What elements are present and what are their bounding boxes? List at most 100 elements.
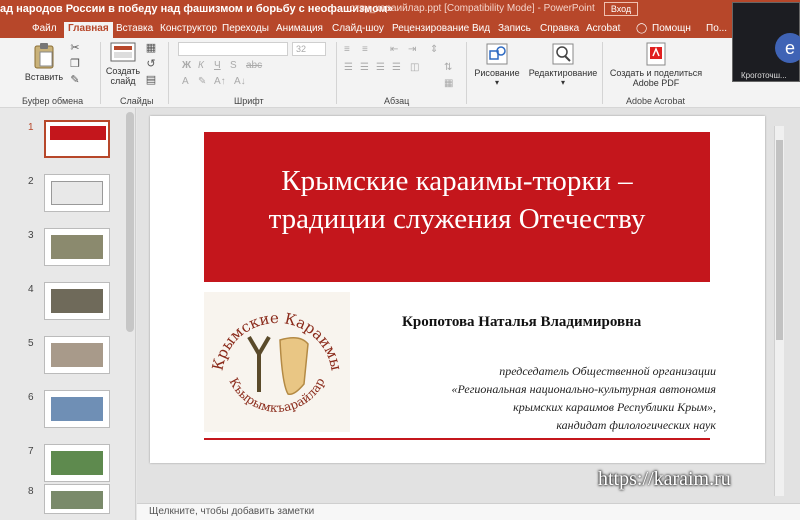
thumbnail-image xyxy=(44,390,110,428)
group-clipboard-label: Буфер обмена xyxy=(22,96,84,106)
shadow-icon[interactable]: S xyxy=(230,60,237,71)
thumbnail-image xyxy=(44,444,110,482)
slide-title-line-1: Крымские караимы-тюрки – xyxy=(281,165,633,197)
desc-line-3: крымских караимов Республики Крым», xyxy=(513,400,716,414)
author-name[interactable]: Кропотова Наталья Владимировна xyxy=(402,314,641,331)
title-bar: ад народов России в победу над фашизмом … xyxy=(0,0,800,20)
file-name: …ству_караийлар.ppt [Compatibility Mode]… xyxy=(340,3,595,14)
desc-line-4: кандидат филологических наук xyxy=(556,418,716,432)
sign-in-button[interactable]: Вход xyxy=(604,2,638,16)
group-font-label: Шрифт xyxy=(234,96,264,106)
decrease-indent-icon[interactable]: ⇤ xyxy=(390,44,398,55)
paste-button[interactable]: Вставить xyxy=(24,42,64,82)
create-pdf-button[interactable]: Создать и поделиться Adobe PDF xyxy=(606,42,706,88)
group-acrobat-label: Adobe Acrobat xyxy=(626,96,686,106)
slide-1[interactable]: Крымские караимы-тюрки – традиции служен… xyxy=(150,116,765,463)
editing-button[interactable]: Редактирование ▾ xyxy=(528,42,598,88)
shield-icon xyxy=(279,337,309,396)
underline-icon[interactable]: Ч xyxy=(214,60,221,71)
align-center-icon[interactable]: ☰ xyxy=(360,62,369,73)
video-tile: е Кроготочш... xyxy=(732,2,800,82)
strikethrough-icon[interactable]: abc xyxy=(246,60,262,71)
align-left-icon[interactable]: ☰ xyxy=(344,62,353,73)
slide-title-line-2: традиции служения Отечеству xyxy=(268,203,646,235)
highlight-icon[interactable]: ✎ xyxy=(198,76,206,87)
thumbnail-2[interactable]: 2 xyxy=(0,174,136,222)
thumbnail-4[interactable]: 4 xyxy=(0,282,136,330)
section-icon[interactable]: ▤ xyxy=(144,74,158,86)
slide-title[interactable]: Крымские караимы-тюрки – традиции служен… xyxy=(204,162,710,238)
thumbnail-5[interactable]: 5 xyxy=(0,336,136,384)
thumbnail-number: 7 xyxy=(28,446,34,457)
columns-icon[interactable]: ◫ xyxy=(410,62,419,73)
bullets-icon[interactable]: ≡ xyxy=(344,44,350,55)
paste-label: Вставить xyxy=(24,72,64,82)
thumbnail-1[interactable]: 1 xyxy=(0,120,136,168)
grow-font-icon[interactable]: A↑ xyxy=(214,76,226,87)
thumbnail-3[interactable]: 3 xyxy=(0,228,136,276)
create-pdf-label: Создать и поделиться Adobe PDF xyxy=(609,68,703,88)
text-direction-icon[interactable]: ⇅ xyxy=(444,62,452,73)
tab-share[interactable]: По... xyxy=(702,22,731,38)
copy-icon[interactable]: ❐ xyxy=(68,58,82,70)
group-paragraph-label: Абзац xyxy=(384,96,410,106)
tab-slideshow[interactable]: Слайд-шоу xyxy=(328,22,388,38)
tab-record[interactable]: Запись xyxy=(494,22,535,38)
thumbnail-number: 8 xyxy=(28,486,34,497)
ribbon-divider xyxy=(168,42,169,104)
author-description[interactable]: председатель Общественной организации «Р… xyxy=(360,362,716,434)
new-slide-label: Создать слайд xyxy=(105,66,141,86)
thumbnail-8[interactable]: 8 xyxy=(0,484,136,520)
tab-acrobat[interactable]: Acrobat xyxy=(582,22,624,38)
shrink-font-icon[interactable]: A↓ xyxy=(234,76,246,87)
desc-line-1: председатель Общественной организации xyxy=(499,364,716,378)
tab-view[interactable]: Вид xyxy=(468,22,494,38)
bold-icon[interactable]: Ж xyxy=(182,60,191,71)
font-size-combo[interactable]: 32 xyxy=(292,42,326,56)
thumbnail-number: 5 xyxy=(28,338,34,349)
justify-icon[interactable]: ☰ xyxy=(392,62,401,73)
search-icon xyxy=(552,43,574,65)
italic-icon[interactable]: К xyxy=(198,60,204,71)
canvas-scrollbar[interactable] xyxy=(774,126,784,496)
drawing-label: Рисование xyxy=(474,68,520,78)
slide-thumbnails-pane: 1 2 3 4 5 6 7 8 xyxy=(0,108,136,520)
tab-design[interactable]: Конструктор xyxy=(156,22,221,38)
tab-help[interactable]: Справка xyxy=(536,22,583,38)
svg-text:Крымские Караимы: Крымские Караимы xyxy=(208,309,345,372)
new-slide-icon xyxy=(110,42,136,62)
thumbnail-image xyxy=(44,282,110,320)
font-color-icon[interactable]: A xyxy=(182,76,189,87)
font-name-combo[interactable] xyxy=(178,42,288,56)
format-painter-icon[interactable]: ✎ xyxy=(68,74,82,86)
numbering-icon[interactable]: ≡ xyxy=(362,44,368,55)
thumbnail-6[interactable]: 6 xyxy=(0,390,136,438)
smartart-icon[interactable]: ▦ xyxy=(444,78,453,89)
site-watermark: https://karaim.ru xyxy=(598,468,731,490)
tab-home[interactable]: Главная xyxy=(64,22,113,38)
drawing-button[interactable]: Рисование ▾ xyxy=(470,42,524,88)
increase-indent-icon[interactable]: ⇥ xyxy=(408,44,416,55)
tab-file[interactable]: Файл xyxy=(28,22,61,38)
reset-icon[interactable]: ↺ xyxy=(144,58,158,70)
tab-animation[interactable]: Анимация xyxy=(272,22,327,38)
window-title: ад народов России в победу над фашизмом … xyxy=(0,3,393,15)
notes-pane[interactable]: Щелкните, чтобы добавить заметки xyxy=(137,503,800,520)
tab-transitions[interactable]: Переходы xyxy=(218,22,273,38)
adobe-pdf-icon xyxy=(646,42,666,66)
align-right-icon[interactable]: ☰ xyxy=(376,62,385,73)
tab-insert[interactable]: Вставка xyxy=(112,22,157,38)
scrollbar-thumb[interactable] xyxy=(776,140,783,340)
line-spacing-icon[interactable]: ⇕ xyxy=(430,44,438,55)
layout-icon[interactable]: ▦ xyxy=(144,42,158,54)
ribbon-tabs: Файл Главная Вставка Конструктор Переход… xyxy=(0,20,800,38)
avatar: е xyxy=(775,33,800,63)
tab-review[interactable]: Рецензирование xyxy=(388,22,473,38)
desc-line-2: «Региональная национально-культурная авт… xyxy=(451,382,716,396)
participant-name: Кроготочш... xyxy=(741,71,787,80)
tab-tell-me[interactable]: Помощн xyxy=(648,22,695,38)
thumbnails-scrollbar[interactable] xyxy=(126,112,134,332)
cut-icon[interactable]: ✂ xyxy=(68,42,82,54)
new-slide-button[interactable]: Создать слайд xyxy=(104,42,142,86)
tamga-fork-icon xyxy=(247,335,271,392)
